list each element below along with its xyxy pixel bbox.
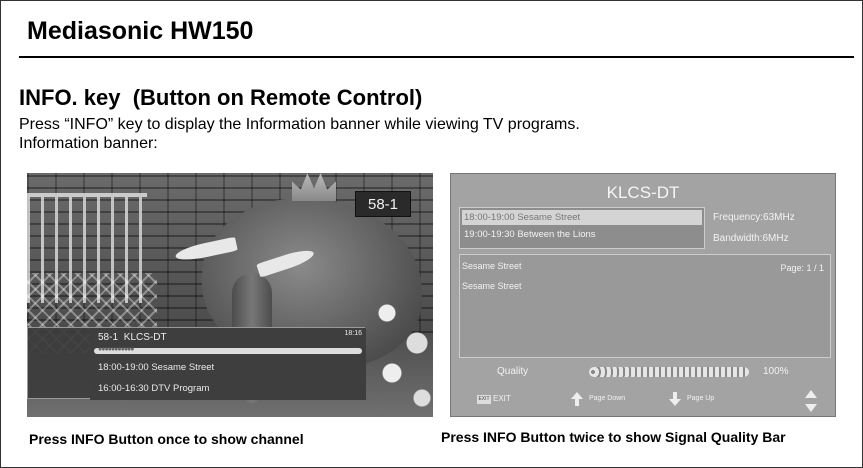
quality-bar-fill: [589, 367, 749, 377]
arrow-down-icon: [669, 392, 681, 406]
caption-screenshot-1: Press INFO Button once to show channel: [29, 431, 304, 447]
banner-event-current: 18:00-19:00 Sesame Street: [98, 362, 215, 373]
signal-quality-screenshot: KLCS-DT 18:00-19:00 Sesame Street 19:00-…: [450, 173, 836, 417]
exit-key-icon: EXIT: [477, 395, 491, 404]
page-indicator: Page: 1 / 1: [780, 263, 824, 273]
info-banner-content: 58-1 KLCS-DT 18:16 ●●●●●●●●●●● 18:00-19:…: [90, 328, 366, 400]
progress-dots: ●●●●●●●●●●●: [98, 346, 135, 353]
description-line-1: Press “INFO” key to display the Informat…: [19, 116, 580, 133]
event-list: 18:00-19:00 Sesame Street 19:00-19:30 Be…: [459, 207, 705, 249]
bandwidth-readout: Bandwidth:6MHz: [713, 233, 789, 244]
quality-value: 100%: [763, 366, 789, 377]
page-up-hint[interactable]: Page Up: [687, 395, 714, 402]
frequency-readout: Frequency:63MHz: [713, 212, 795, 223]
arrow-up-icon: [571, 392, 583, 406]
banner-channel-line: 58-1 KLCS-DT: [98, 332, 167, 343]
title-divider: [19, 56, 854, 58]
quality-label: Quality: [497, 366, 529, 377]
channel-number-osd: 58-1: [355, 191, 411, 217]
detail-line-2: Sesame Street: [462, 281, 522, 291]
description-line-2: Information banner:: [19, 135, 158, 152]
banner-progress-bar: ●●●●●●●●●●●: [94, 346, 362, 354]
quality-bar: [589, 367, 749, 377]
page-down-hint[interactable]: Page Down: [589, 395, 625, 402]
description: Press “INFO” key to display the Informat…: [19, 115, 580, 153]
banner-clock: 18:16: [344, 330, 362, 337]
info-banner-screenshot: 58-1 58-1 KLCS-DT 18:16 ●●●●●●●●●●● 18:0…: [27, 173, 433, 417]
exit-hint[interactable]: EXIT: [493, 394, 511, 403]
event-item[interactable]: 19:00-19:30 Between the Lions: [462, 227, 702, 242]
detail-line-1: Sesame Street: [462, 261, 522, 271]
info-banner: 58-1 KLCS-DT 18:16 ●●●●●●●●●●● 18:00-19:…: [27, 327, 366, 400]
foreground-flowers: [367, 293, 433, 417]
caption-screenshot-2: Press INFO Button twice to show Signal Q…: [441, 429, 786, 445]
section-heading: INFO. key (Button on Remote Control): [19, 85, 423, 110]
event-detail-panel: Sesame Street Sesame Street Page: 1 / 1: [459, 254, 831, 358]
document-title: Mediasonic HW150: [27, 17, 254, 45]
osd-footer: EXIT EXIT Page Down Page Up: [451, 388, 835, 414]
manual-page: Mediasonic HW150 INFO. key (Button on Re…: [0, 0, 863, 468]
banner-event-next: 16:00-16:30 DTV Program: [98, 383, 210, 394]
event-item-selected[interactable]: 18:00-19:00 Sesame Street: [462, 210, 702, 225]
channel-title: KLCS-DT: [606, 183, 680, 202]
up-down-arrows-icon: [805, 390, 817, 412]
